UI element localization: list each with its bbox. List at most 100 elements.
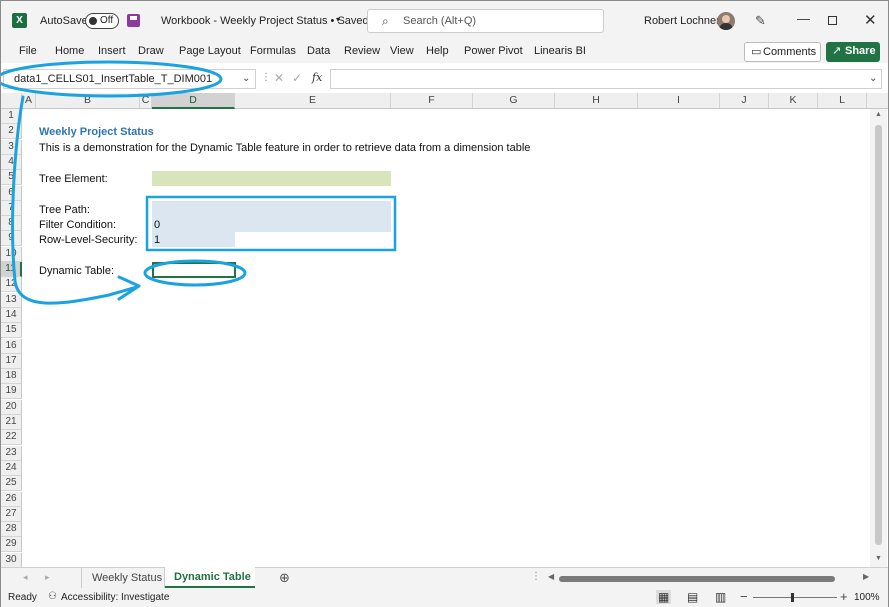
zoom-out-icon[interactable]: − (740, 589, 748, 604)
row-header[interactable]: 14 (1, 307, 22, 323)
column-header-j[interactable]: J (720, 93, 769, 109)
column-header-i[interactable]: I (638, 93, 720, 109)
row-header[interactable]: 26 (1, 491, 22, 507)
cancel-icon[interactable]: ✕ (274, 71, 284, 85)
tree-element-input[interactable] (152, 171, 391, 186)
row-header[interactable]: 20 (1, 399, 22, 415)
filter-condition-value[interactable]: 0 (154, 219, 160, 231)
tabbar-options-icon[interactable]: ⋮ (531, 571, 541, 582)
hscroll-left-icon[interactable]: ◀ (548, 572, 554, 581)
column-header-b[interactable]: B (36, 93, 140, 109)
column-header-f[interactable]: F (391, 93, 473, 109)
menu-insert[interactable]: Insert (98, 45, 126, 57)
scroll-up-icon[interactable]: ▲ (875, 111, 882, 118)
tab-scroll-right-icon[interactable]: ▸ (45, 572, 50, 583)
excel-logo-icon[interactable]: X (12, 13, 27, 28)
row-header[interactable]: 22 (1, 430, 22, 446)
menu-linearis-bi[interactable]: Linearis BI (534, 45, 586, 57)
close-icon[interactable]: ✕ (864, 11, 877, 29)
column-header-g[interactable]: G (473, 93, 555, 109)
add-sheet-icon[interactable]: ⊕ (279, 570, 290, 586)
row-header[interactable]: 13 (1, 292, 22, 308)
rls-label[interactable]: Row-Level-Security: (39, 234, 137, 246)
row-header[interactable]: 10 (1, 246, 22, 262)
row-header[interactable]: 7 (1, 200, 22, 216)
zoom-slider[interactable] (753, 593, 837, 602)
row-header[interactable]: 8 (1, 216, 22, 232)
menu-data[interactable]: Data (307, 45, 330, 57)
row-header[interactable]: 16 (1, 338, 22, 354)
title-dropdown-icon[interactable]: ▾ (336, 15, 340, 24)
sheet-title[interactable]: Weekly Project Status (39, 126, 154, 138)
row-header[interactable]: 18 (1, 369, 22, 385)
row-header[interactable]: 25 (1, 476, 22, 492)
row-header[interactable]: 4 (1, 154, 22, 170)
expand-formula-icon[interactable]: ⌄ (869, 73, 877, 84)
menu-power-pivot[interactable]: Power Pivot (464, 45, 523, 57)
menu-review[interactable]: Review (344, 45, 380, 57)
avatar[interactable] (717, 12, 735, 30)
row-header[interactable]: 3 (1, 139, 22, 155)
save-icon[interactable] (127, 14, 140, 27)
row-header[interactable]: 30 (1, 552, 22, 567)
row-header[interactable]: 9 (1, 231, 22, 247)
tab-weekly-status[interactable]: Weekly Status (81, 568, 165, 588)
maximize-icon[interactable] (828, 16, 837, 25)
accessibility-status[interactable]: Accessibility: Investigate (61, 592, 169, 603)
row-header[interactable]: 19 (1, 384, 22, 400)
row-header[interactable]: 15 (1, 323, 22, 339)
page-layout-view-icon[interactable]: ▤ (687, 590, 698, 604)
column-header-k[interactable]: K (769, 93, 818, 109)
name-box-dropdown-icon[interactable]: ⌄ (242, 73, 250, 84)
column-header-d[interactable]: D (152, 93, 235, 109)
filter-condition-label[interactable]: Filter Condition: (39, 219, 116, 231)
page-break-view-icon[interactable]: ▥ (715, 590, 726, 604)
tree-path-label[interactable]: Tree Path: (39, 204, 90, 216)
rls-output[interactable] (152, 232, 235, 247)
row-header[interactable]: 5 (1, 170, 22, 186)
row-header[interactable]: 12 (1, 277, 22, 293)
horizontal-scroll-thumb[interactable] (559, 576, 835, 582)
accessibility-icon[interactable]: ⚇ (48, 591, 57, 602)
comments-button[interactable]: ▭ Comments (744, 42, 821, 62)
formula-bar-options-icon[interactable]: ⋮ (261, 72, 271, 83)
active-cell-d11[interactable] (152, 262, 236, 278)
column-header-c[interactable]: C (140, 93, 152, 109)
column-header-h[interactable]: H (555, 93, 638, 109)
menu-home[interactable]: Home (55, 45, 84, 57)
minimize-icon[interactable]: — (797, 11, 810, 26)
row-header[interactable]: 6 (1, 185, 22, 201)
user-name[interactable]: Robert Lochner (644, 15, 720, 27)
search-box[interactable]: ⌕ Search (Alt+Q) (367, 9, 604, 33)
share-button[interactable]: ↗ Share (826, 42, 880, 62)
zoom-slider-thumb[interactable] (791, 593, 794, 602)
tab-scroll-left-icon[interactable]: ◂ (23, 572, 28, 583)
dynamic-table-label[interactable]: Dynamic Table: (39, 265, 114, 277)
column-header-e[interactable]: E (235, 93, 391, 109)
row-header[interactable]: 17 (1, 353, 22, 369)
row-header[interactable]: 24 (1, 460, 22, 476)
select-all-corner[interactable] (1, 93, 22, 109)
zoom-level[interactable]: 100% (854, 592, 880, 603)
row-header[interactable]: 21 (1, 415, 22, 430)
menu-draw[interactable]: Draw (138, 45, 164, 57)
vertical-scrollbar[interactable]: ▲ ▼ (870, 109, 887, 567)
hscroll-right-icon[interactable]: ▶ (863, 572, 869, 581)
autosave-toggle[interactable]: Off (85, 13, 119, 29)
row-header[interactable]: 23 (1, 445, 22, 461)
menu-view[interactable]: View (390, 45, 414, 57)
name-box[interactable]: data1_CELLS01_InsertTable_T_DIM001 ⌄ (3, 69, 256, 89)
scroll-thumb[interactable] (875, 125, 882, 545)
insert-function-icon[interactable]: fx (312, 71, 322, 84)
menu-page-layout[interactable]: Page Layout (179, 45, 241, 57)
row-header[interactable]: 29 (1, 537, 22, 553)
column-header-a[interactable]: A (22, 93, 36, 109)
pen-icon[interactable]: ✎ (755, 13, 766, 29)
tree-path-output[interactable] (152, 201, 391, 232)
column-header-l[interactable]: L (818, 93, 867, 109)
rls-value[interactable]: 1 (154, 234, 160, 246)
tree-element-label[interactable]: Tree Element: (39, 173, 108, 185)
row-header[interactable]: 28 (1, 522, 22, 538)
row-header[interactable]: 1 (1, 109, 22, 124)
menu-formulas[interactable]: Formulas (250, 45, 296, 57)
